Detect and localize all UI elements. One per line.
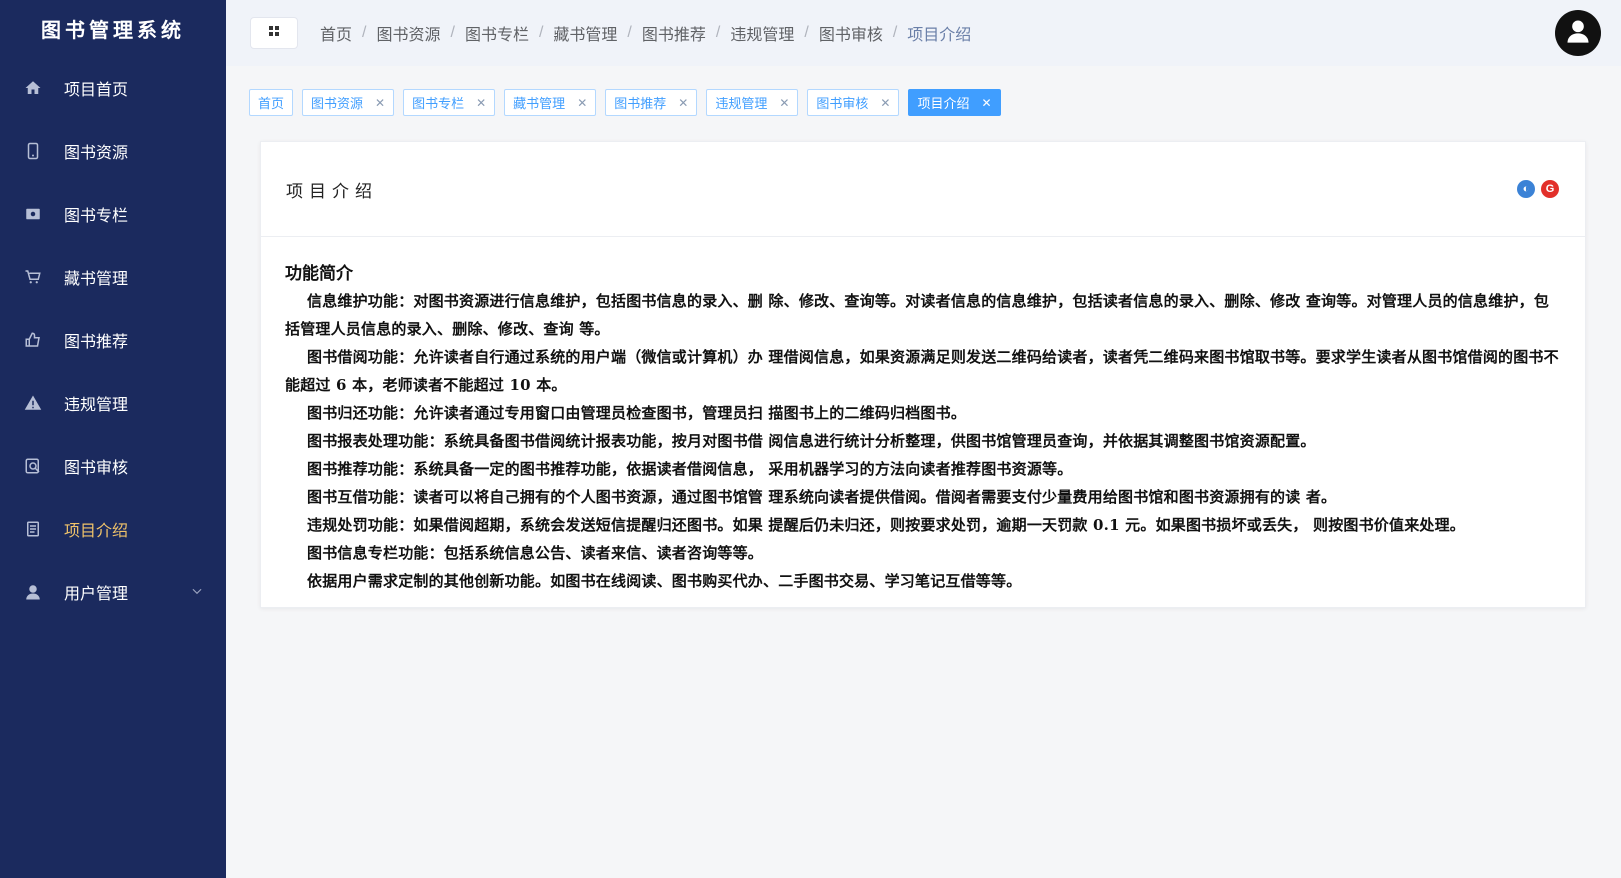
- breadcrumb-item-collection[interactable]: 藏书管理: [553, 21, 617, 45]
- tag-label: 藏书管理: [513, 96, 566, 111]
- app-logo-title: 图书管理系统: [41, 17, 185, 42]
- tag-label: 图书推荐: [614, 96, 667, 111]
- breadcrumb-item-recommend[interactable]: 图书推荐: [642, 21, 706, 45]
- sidebar-item-book-resources[interactable]: 图书资源: [0, 119, 226, 182]
- phone-icon: [24, 142, 42, 160]
- breadcrumb-separator: /: [892, 24, 898, 41]
- feature-paragraph: 依据用户需求定制的其他创新功能。如图书在线阅读、图书购买代办、二手图书交易、学习…: [307, 572, 1022, 590]
- image-icon: [24, 205, 42, 223]
- tag-book-resources[interactable]: 图书资源 ✕: [302, 89, 395, 116]
- sidebar-item-review[interactable]: 图书审核: [0, 434, 226, 497]
- tag-home[interactable]: 首页: [249, 89, 294, 116]
- tag-label: 图书审核: [816, 96, 869, 111]
- card-title: 项目介绍: [286, 181, 378, 202]
- breadcrumb-item-book-column[interactable]: 图书专栏: [465, 21, 529, 45]
- feature-paragraph: 图书借阅功能：允许读者自行通过系统的用户端（微信或计算机）办 理借阅信息，如果资…: [285, 348, 1559, 394]
- sidebar-menu: 项目首页 图书资源 图书专栏 藏书管理 图书推荐 违规管理 图书审核 项目介绍 …: [0, 56, 226, 623]
- sidebar-item-home[interactable]: 项目首页: [0, 56, 226, 119]
- close-icon[interactable]: ✕: [779, 96, 789, 110]
- breadcrumb-separator: /: [715, 24, 721, 41]
- top-header: 首页 / 图书资源 / 图书专栏 / 藏书管理 / 图书推荐 / 违规管理 / …: [226, 0, 1621, 66]
- breadcrumb-separator: /: [627, 24, 632, 41]
- breadcrumb-separator: /: [362, 24, 367, 41]
- sidebar-item-label: 图书资源: [64, 144, 129, 162]
- grid-icon: [268, 24, 280, 42]
- tag-review[interactable]: 图书审核 ✕: [807, 89, 900, 116]
- sidebar-item-label: 图书推荐: [64, 333, 129, 351]
- sidebar-item-project-intro[interactable]: 项目介绍: [0, 497, 226, 560]
- feature-paragraph: 违规处罚功能：如果借阅超期，系统会发送短信提醒归还图书。如果 提醒后仍未归还，则…: [307, 516, 1465, 534]
- tag-label: 项目介绍: [917, 96, 970, 111]
- sidebar-item-label: 藏书管理: [64, 270, 129, 288]
- breadcrumb: 首页 / 图书资源 / 图书专栏 / 藏书管理 / 图书推荐 / 违规管理 / …: [320, 21, 971, 45]
- tag-book-column[interactable]: 图书专栏 ✕: [403, 89, 496, 116]
- tag-violation[interactable]: 违规管理 ✕: [706, 89, 799, 116]
- breadcrumb-item-review[interactable]: 图书审核: [819, 21, 883, 45]
- tags-view: 首页 图书资源 ✕ 图书专栏 ✕ 藏书管理 ✕ 图书推荐 ✕ 违规管理 ✕ 图书…: [249, 89, 1010, 116]
- close-icon[interactable]: ✕: [982, 96, 992, 110]
- user-avatar[interactable]: [1555, 10, 1601, 56]
- warning-icon: [24, 394, 42, 412]
- sidebar-item-user-management[interactable]: 用户管理: [0, 560, 226, 623]
- close-icon[interactable]: ✕: [476, 96, 486, 110]
- sidebar-item-collection[interactable]: 藏书管理: [0, 245, 226, 308]
- feature-paragraph: 信息维护功能：对图书资源进行信息维护，包括图书信息的录入、删 除、修改、查询等。…: [285, 292, 1550, 338]
- sidebar-item-label: 违规管理: [64, 396, 129, 414]
- sidebar-item-label: 图书专栏: [64, 207, 129, 225]
- card-body: 功能简介 信息维护功能：对图书资源进行信息维护，包括图书信息的录入、删 除、修改…: [261, 237, 1585, 595]
- close-icon[interactable]: ✕: [375, 96, 385, 110]
- search-doc-icon: [24, 457, 42, 475]
- tag-collection[interactable]: 藏书管理 ✕: [504, 89, 597, 116]
- thumb-up-icon: [24, 331, 42, 349]
- close-icon[interactable]: ✕: [678, 96, 688, 110]
- sidebar: 图书管理系统 项目首页 图书资源 图书专栏 藏书管理 图书推荐 违规管理 图书审…: [0, 0, 226, 878]
- feature-paragraph: 图书推荐功能：系统具备一定的图书推荐功能，依据读者借阅信息， 采用机器学习的方法…: [307, 460, 1073, 478]
- tag-label: 首页: [258, 96, 285, 111]
- breadcrumb-separator: /: [450, 24, 455, 41]
- feature-paragraph: 图书信息专栏功能：包括系统信息公告、读者来信、读者咨询等等。: [307, 544, 764, 562]
- sidebar-item-label: 用户管理: [64, 585, 129, 603]
- tag-recommend[interactable]: 图书推荐 ✕: [605, 89, 698, 116]
- sidebar-item-label: 图书审核: [64, 459, 129, 477]
- feature-paragraph: 图书归还功能：允许读者通过专用窗口由管理员检查图书，管理员扫 描图书上的二维码归…: [307, 404, 967, 422]
- sidebar-item-recommend[interactable]: 图书推荐: [0, 308, 226, 371]
- sidebar-toggle-button[interactable]: [250, 17, 298, 49]
- feature-paragraph: 图书报表处理功能：系统具备图书借阅统计报表功能，按月对图书借 阅信息进行统计分析…: [307, 432, 1316, 450]
- close-icon[interactable]: ✕: [880, 96, 890, 110]
- section-title: 功能简介: [285, 264, 353, 284]
- sidebar-item-label: 项目首页: [64, 81, 129, 99]
- tag-label: 图书专栏: [412, 96, 465, 111]
- breadcrumb-item-home[interactable]: 首页: [320, 21, 352, 45]
- sidebar-item-book-column[interactable]: 图书专栏: [0, 182, 226, 245]
- breadcrumb-item-book-resources[interactable]: 图书资源: [376, 21, 440, 45]
- feature-paragraph: 图书互借功能：读者可以将自己拥有的个人图书资源，通过图书馆管 理系统向读者提供借…: [307, 488, 1337, 506]
- sidebar-item-violation[interactable]: 违规管理: [0, 371, 226, 434]
- user-icon: [24, 583, 42, 601]
- g-badge-icon[interactable]: G: [1541, 180, 1559, 198]
- tag-label: 违规管理: [715, 96, 768, 111]
- breadcrumb-item-violation[interactable]: 违规管理: [730, 21, 794, 45]
- home-icon: [24, 79, 42, 97]
- document-icon: [24, 520, 42, 538]
- breadcrumb-separator: /: [538, 24, 544, 41]
- chevron-down-icon[interactable]: [190, 584, 204, 598]
- breadcrumb-item-project-intro: 项目介绍: [907, 27, 972, 44]
- user-avatar-icon: [1564, 17, 1592, 50]
- sidebar-item-label: 项目介绍: [64, 522, 129, 540]
- cart-icon: [24, 268, 42, 286]
- tag-label: 图书资源: [311, 96, 364, 111]
- project-intro-card: 项目介绍 ◐ G 功能简介 信息维护功能：对图书资源进行信息维护，包括图书信息的…: [260, 141, 1586, 608]
- tag-project-intro[interactable]: 项目介绍 ✕: [908, 89, 1001, 116]
- card-header: 项目介绍 ◐ G: [261, 142, 1585, 237]
- close-icon[interactable]: ✕: [577, 96, 587, 110]
- translate-icon[interactable]: ◐: [1517, 180, 1535, 198]
- breadcrumb-separator: /: [804, 24, 809, 41]
- card-header-icons: ◐ G: [1511, 180, 1559, 198]
